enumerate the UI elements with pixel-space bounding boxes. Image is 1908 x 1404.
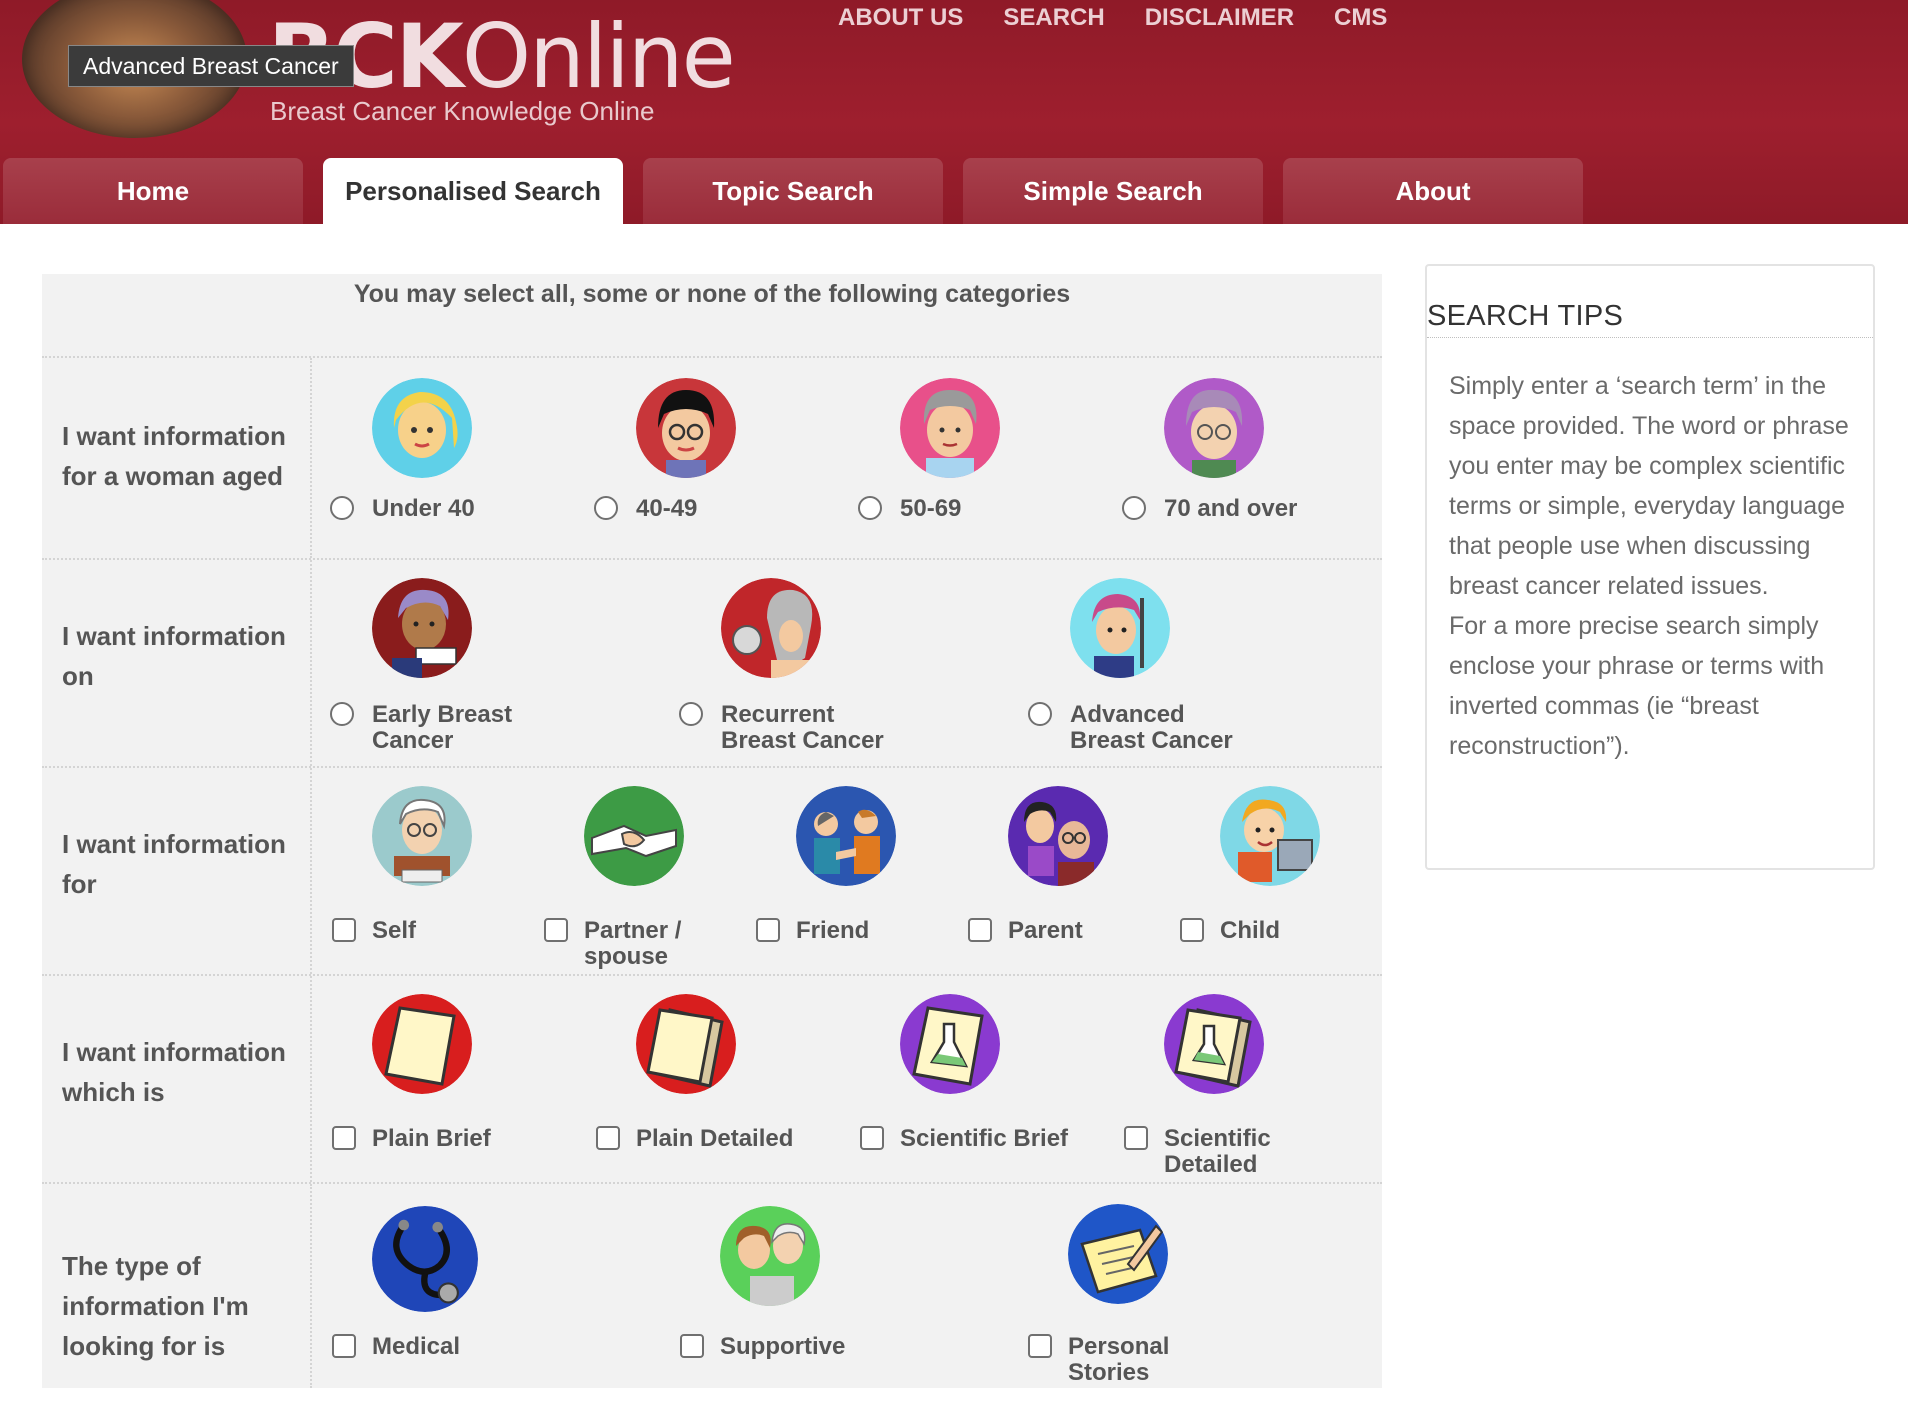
option-label: Plain Brief [372, 1125, 491, 1152]
woman-headscarf-icon [1070, 578, 1170, 678]
option-label: Scientific Detailed [1164, 1125, 1271, 1178]
checkbox-scientific-detailed[interactable] [1124, 1126, 1148, 1150]
option-label: 50-69 [900, 495, 962, 522]
personalised-search-form: You may select all, some or none of the … [42, 274, 1382, 1388]
search-tips-panel: SEARCH TIPS Simply enter a ‘search term’… [1425, 264, 1875, 870]
checkbox-medical[interactable] [332, 1334, 356, 1358]
radio-early-breast-cancer[interactable] [330, 702, 354, 726]
flask-sheet-icon [900, 994, 1000, 1094]
form-intro: You may select all, some or none of the … [353, 280, 1071, 308]
option-label: Plain Detailed [636, 1125, 794, 1152]
option-label: Self [372, 917, 417, 944]
option-label: Parent [1008, 917, 1083, 944]
row-label-relationship: I want information for [62, 829, 286, 899]
top-nav-disclaimer[interactable]: DISCLAIMER [1145, 2, 1294, 34]
option-label: Under 40 [372, 495, 475, 522]
option-label: Partner / spouse [584, 917, 682, 970]
radio-recurrent-breast-cancer[interactable] [679, 702, 703, 726]
woman-reading-icon [372, 578, 472, 678]
radio-70-and-over[interactable] [1122, 496, 1146, 520]
checkbox-friend[interactable] [756, 918, 780, 942]
option-label: Child [1220, 917, 1280, 944]
checkbox-plain-detailed[interactable] [596, 1126, 620, 1150]
row-divider [310, 768, 312, 974]
row-detail-level: I want information which is Plain Brief … [42, 974, 1382, 1182]
option-label: Scientific Brief [900, 1125, 1069, 1152]
option-label: Personal Stories [1068, 1333, 1170, 1386]
checkbox-plain-brief[interactable] [332, 1126, 356, 1150]
row-divider [310, 560, 312, 766]
checkbox-personal-stories[interactable] [1028, 1334, 1052, 1358]
woman-typing-icon [372, 786, 472, 886]
checkbox-parent[interactable] [968, 918, 992, 942]
search-tips-paragraph: Simply enter a ‘search term’ in the spac… [1449, 372, 1849, 600]
radio-50-69[interactable] [858, 496, 882, 520]
option-label: Medical [372, 1333, 461, 1360]
option-label: Advanced Breast Cancer [1070, 701, 1233, 754]
elderly-woman-icon [1164, 378, 1264, 478]
radio-advanced-breast-cancer[interactable] [1028, 702, 1052, 726]
row-divider [310, 976, 312, 1182]
search-tips-title: SEARCH TIPS [1427, 300, 1873, 338]
row-divider [310, 358, 312, 558]
logo-tooltip: Advanced Breast Cancer [68, 45, 354, 87]
option-label: Supportive [720, 1333, 846, 1360]
woman-mirror-icon [721, 578, 821, 678]
row-label-age: I want information for a woman aged [62, 421, 286, 491]
search-tips-body: Simply enter a ‘search term’ in the spac… [1449, 366, 1859, 766]
tab-about[interactable]: About [1283, 158, 1583, 224]
child-computer-icon [1220, 786, 1320, 886]
option-label: Recurrent Breast Cancer [721, 701, 884, 754]
option-label: 70 and over [1164, 495, 1298, 522]
row-stage: I want information on Early Breast Cance… [42, 558, 1382, 766]
checkbox-supportive[interactable] [680, 1334, 704, 1358]
row-label-stage: I want information on [62, 621, 286, 691]
support-people-icon [720, 1206, 820, 1306]
row-divider [310, 1184, 312, 1388]
grey-hair-woman-icon [900, 378, 1000, 478]
paper-stack-icon [636, 994, 736, 1094]
option-label: Early Breast Cancer [372, 701, 513, 754]
writing-hand-icon [1068, 1204, 1168, 1304]
top-nav-search[interactable]: SEARCH [1003, 2, 1104, 34]
checkbox-scientific-brief[interactable] [860, 1126, 884, 1150]
option-label: 40-49 [636, 495, 698, 522]
row-label-detail-level: I want information which is [62, 1037, 286, 1107]
flask-stack-icon [1164, 994, 1264, 1094]
option-label: Friend [796, 917, 870, 944]
row-label-information-type: The type of information I'm looking for … [62, 1251, 249, 1361]
site-logo-subtitle: Breast Cancer Knowledge Online [270, 96, 655, 126]
tab-personalised-search[interactable]: Personalised Search [323, 158, 623, 226]
handshake-icon [584, 786, 684, 886]
friends-icon [796, 786, 896, 886]
tab-topic-search[interactable]: Topic Search [643, 158, 943, 224]
woman-glasses-icon [636, 378, 736, 478]
row-age: I want information for a woman aged Unde… [42, 356, 1382, 558]
top-nav-about-us[interactable]: ABOUT US [838, 2, 963, 34]
tab-simple-search[interactable]: Simple Search [963, 158, 1263, 224]
checkbox-partner-spouse[interactable] [544, 918, 568, 942]
radio-40-49[interactable] [594, 496, 618, 520]
row-information-type: The type of information I'm looking for … [42, 1182, 1382, 1388]
paper-sheet-icon [372, 994, 472, 1094]
radio-under-40[interactable] [330, 496, 354, 520]
tab-home[interactable]: Home [3, 158, 303, 224]
stethoscope-icon [372, 1206, 478, 1312]
top-nav: ABOUT US SEARCH DISCLAIMER CMS [838, 2, 1387, 34]
search-tips-paragraph: For a more precise search simply enclose… [1449, 612, 1825, 760]
parents-icon [1008, 786, 1108, 886]
checkbox-self[interactable] [332, 918, 356, 942]
top-nav-cms[interactable]: CMS [1334, 2, 1387, 34]
young-woman-icon [372, 378, 472, 478]
row-relationship: I want information for Self Partner / sp… [42, 766, 1382, 974]
checkbox-child[interactable] [1180, 918, 1204, 942]
site-header: BCKOnline Breast Cancer Knowledge Online… [0, 0, 1908, 226]
